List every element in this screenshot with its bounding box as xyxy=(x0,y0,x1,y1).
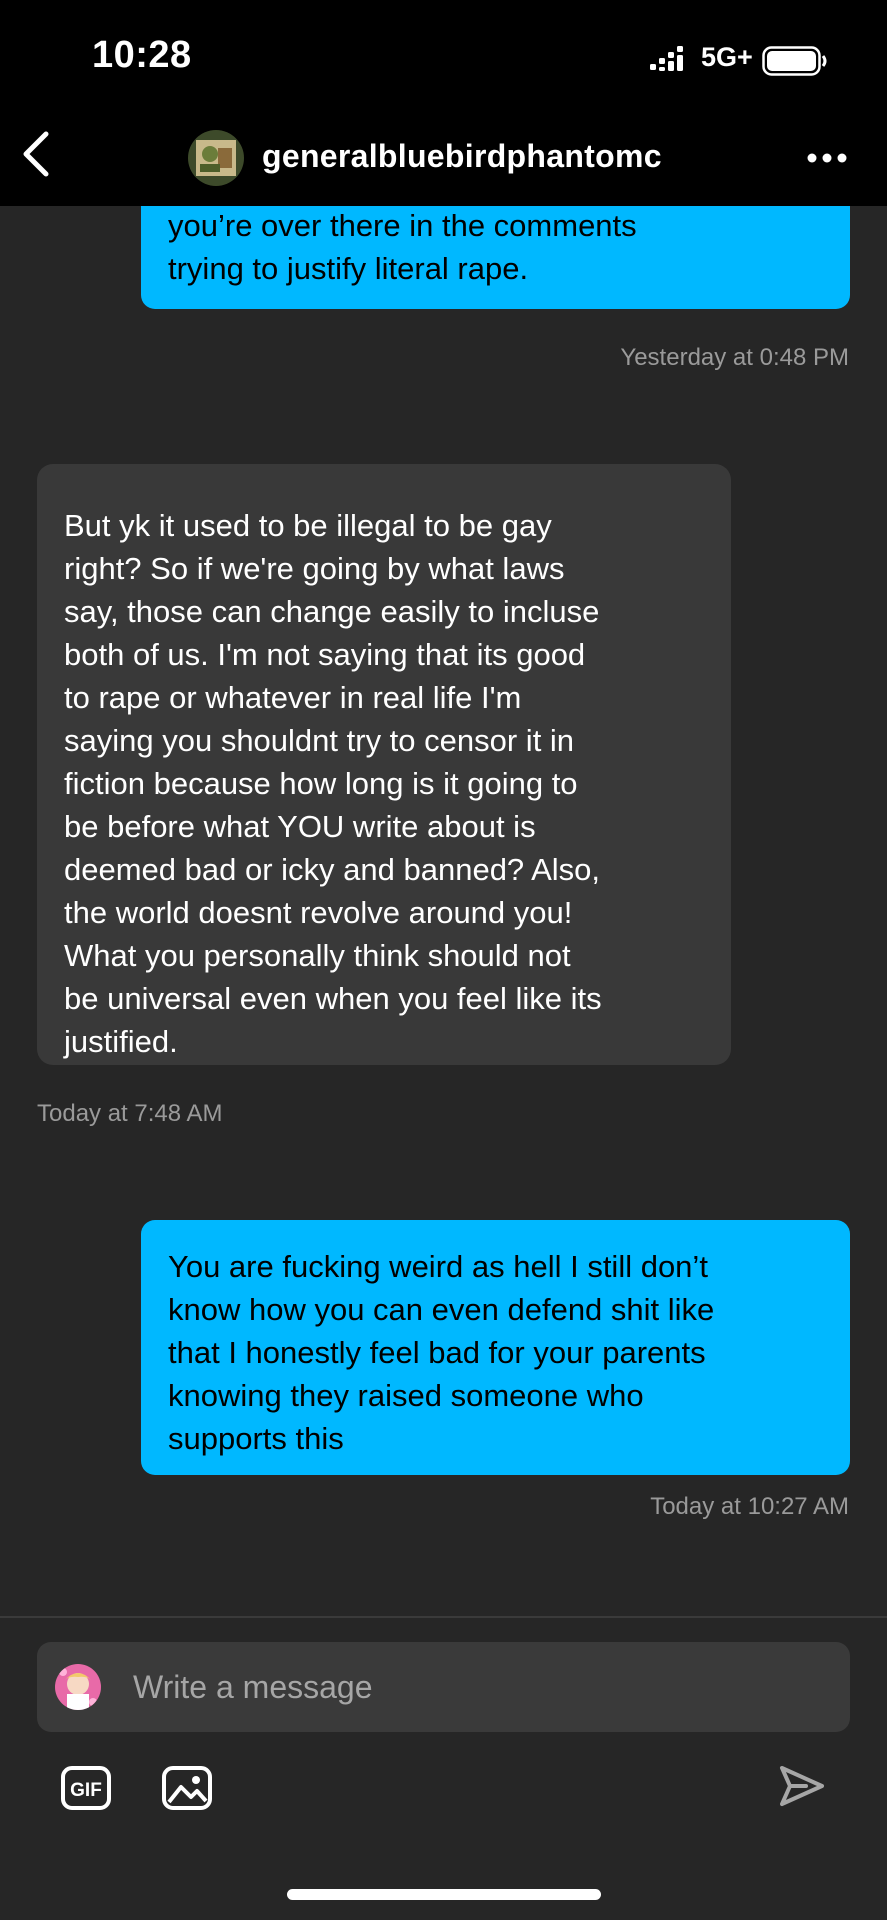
outgoing-message-bubble[interactable]: You are fucking weird as hell I still do… xyxy=(141,1220,850,1475)
battery-icon xyxy=(762,46,827,76)
signal-strength-icon xyxy=(650,46,683,71)
message-text: You are fucking weird as hell I still do… xyxy=(168,1249,715,1456)
user-avatar xyxy=(55,1664,101,1710)
user-avatar-image xyxy=(55,1664,101,1710)
message-timestamp: Yesterday at 0:48 PM xyxy=(620,344,849,371)
back-chevron-icon[interactable] xyxy=(14,128,58,180)
gif-label: GIF xyxy=(70,1780,102,1801)
network-type: 5G+ xyxy=(701,42,753,72)
incoming-message-bubble[interactable]: But yk it used to be illegal to be gay r… xyxy=(37,464,731,1065)
message-text: you’re over there in the comments trying… xyxy=(168,208,637,286)
message-input[interactable]: Write a message xyxy=(133,1642,373,1732)
message-composer[interactable]: Write a message xyxy=(37,1642,850,1732)
contact-avatar[interactable] xyxy=(188,130,244,186)
message-text: But yk it used to be illegal to be gay r… xyxy=(64,508,602,1059)
home-indicator xyxy=(287,1889,601,1900)
gif-icon[interactable]: GIF xyxy=(60,1765,112,1811)
more-options-icon[interactable] xyxy=(802,140,852,176)
send-icon[interactable] xyxy=(776,1760,828,1812)
message-timestamp: Today at 7:48 AM xyxy=(37,1100,223,1127)
composer-divider xyxy=(0,1616,887,1618)
top-bar: 10:28 5G+ generalbluebirdphantomc xyxy=(0,0,887,206)
message-timestamp: Today at 10:27 AM xyxy=(650,1493,849,1520)
image-icon[interactable] xyxy=(161,1765,213,1811)
contact-username[interactable]: generalbluebirdphantomc xyxy=(262,138,662,175)
contact-avatar-image xyxy=(188,130,244,186)
status-time: 10:28 xyxy=(92,34,192,76)
